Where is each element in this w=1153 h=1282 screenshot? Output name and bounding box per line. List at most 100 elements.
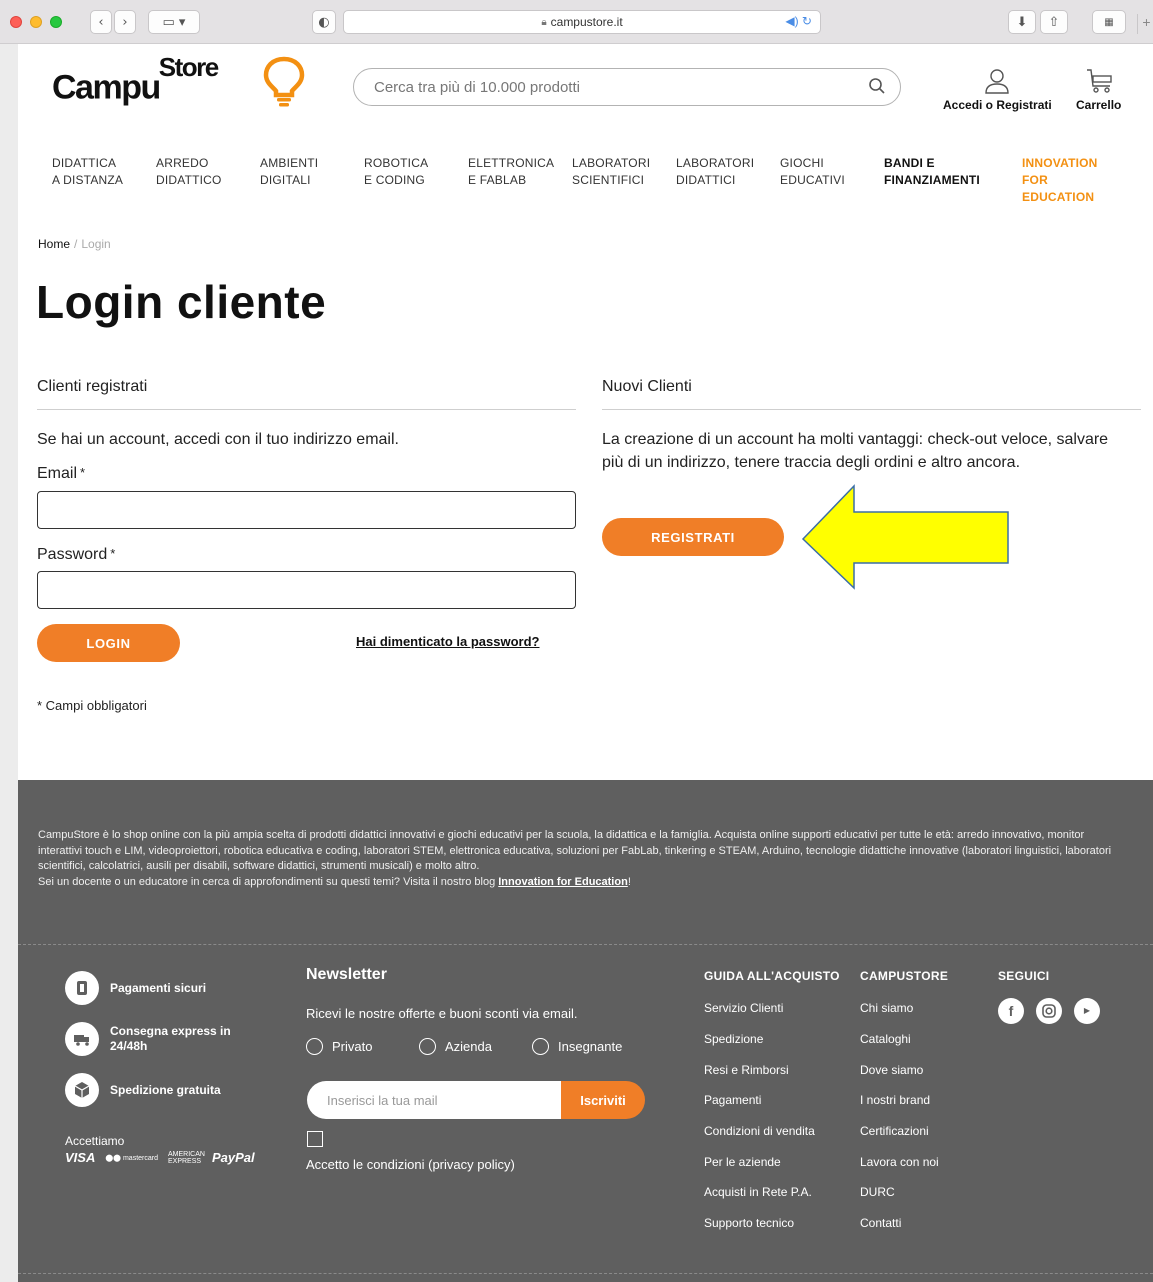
new-tab-button[interactable]: + <box>1137 14 1153 34</box>
share-button[interactable]: ⇧ <box>1040 10 1068 34</box>
email-field[interactable] <box>37 491 576 529</box>
footer-link[interactable]: Dove siamo <box>860 1063 923 1077</box>
divider <box>18 944 1153 945</box>
close-window-button[interactable] <box>10 16 22 28</box>
footer-link[interactable]: Supporto tecnico <box>704 1216 794 1230</box>
breadcrumb-home[interactable]: Home <box>38 237 70 251</box>
plus-icon: + <box>1142 14 1151 30</box>
address-bar[interactable]: 🔒︎ campustore.it ◀) ↻ <box>343 10 821 34</box>
nav-item-innovation-for-education[interactable]: INNOVATION FOR EDUCATION <box>1022 155 1122 206</box>
site-footer: CampuStore è lo shop online con la più a… <box>18 780 1153 1282</box>
nav-item-arredo-didattico[interactable]: ARREDO DIDATTICO <box>156 155 256 189</box>
footer-link[interactable]: Contatti <box>860 1216 901 1230</box>
search-input[interactable]: Cerca tra più di 10.000 prodotti <box>353 68 901 106</box>
nav-item-ambienti-digitali[interactable]: AMBIENTI DIGITALI <box>260 155 360 189</box>
password-field[interactable] <box>37 571 576 609</box>
minimize-window-button[interactable] <box>30 16 42 28</box>
radio-insegnante[interactable]: Insegnante <box>532 1038 622 1055</box>
footer-link[interactable]: Acquisti in Rete P.A. <box>704 1185 812 1199</box>
login-button[interactable]: LOGIN <box>37 624 180 662</box>
footer-link[interactable]: Certificazioni <box>860 1124 929 1138</box>
nav-item-didattica-a-distanza[interactable]: DIDATTICA A DISTANZA <box>52 155 152 189</box>
radio-circle[interactable] <box>532 1038 549 1055</box>
breadcrumb-separator: / <box>74 237 78 251</box>
search-icon[interactable] <box>868 77 886 95</box>
nav-item-bandi-finanziamenti[interactable]: BANDI E FINANZIAMENTI <box>884 155 1004 189</box>
zoom-window-button[interactable] <box>50 16 62 28</box>
lightbulb-icon <box>263 56 305 107</box>
nav-item-laboratori-didattici[interactable]: LABORATORI DIDATTICI <box>676 155 776 189</box>
nav-item-giochi-educativi[interactable]: GIOCHI EDUCATIVI <box>780 155 880 189</box>
package-icon <box>65 1073 99 1107</box>
feature-secure-payments: Pagamenti sicuri <box>65 971 206 1005</box>
nav-item-robotica-coding[interactable]: ROBOTICA E CODING <box>364 155 464 189</box>
privacy-consent-checkbox[interactable] <box>307 1131 323 1147</box>
user-icon <box>985 69 1010 94</box>
footer-link[interactable]: Spedizione <box>704 1032 763 1046</box>
back-button[interactable]: ‹ <box>90 10 112 34</box>
privacy-consent-label: Accetto le condizioni (privacy policy) <box>306 1157 515 1172</box>
divider <box>602 409 1141 410</box>
footer-link[interactable]: I nostri brand <box>860 1093 930 1107</box>
sidebar-toggle-button[interactable]: ▭ ▾ <box>148 10 200 34</box>
delivery-truck-icon <box>65 1022 99 1056</box>
privacy-shield-button[interactable]: ◐ <box>312 10 336 34</box>
nav-item-elettronica-fablab[interactable]: ELETTRONICA E FABLAB <box>468 155 568 189</box>
newsletter-description: Ricevi le nostre offerte e buoni sconti … <box>306 1006 578 1021</box>
forgot-password-link[interactable]: Hai dimenticato la password? <box>356 634 540 649</box>
payment-logos: VISA ⬤⬤ mastercard AMERICAN EXPRESS PayP… <box>65 1150 255 1165</box>
tab-overview-button[interactable]: ▦ <box>1092 10 1126 34</box>
footer-link[interactable]: DURC <box>860 1185 895 1199</box>
footer-link[interactable]: Per le aziende <box>704 1155 781 1169</box>
email-label: Email * <box>37 465 86 482</box>
nav-item-laboratori-scientifici[interactable]: LABORATORI SCIENTIFICI <box>572 155 672 189</box>
site-logo[interactable]: CampuStore <box>52 52 312 107</box>
shield-icon: ◐ <box>318 14 330 30</box>
register-button[interactable]: REGISTRATI <box>602 518 784 556</box>
new-customers-title: Nuovi Clienti <box>602 378 692 395</box>
footer-link[interactable]: Resi e Rimborsi <box>704 1063 789 1077</box>
feature-express-delivery: Consegna express in 24/48h <box>65 1022 245 1056</box>
footer-link[interactable]: Condizioni di vendita <box>704 1124 815 1138</box>
footer-intro-text: CampuStore è lo shop online con la più a… <box>38 829 1112 872</box>
downloads-button[interactable]: ⬇ <box>1008 10 1036 34</box>
page-title: Login cliente <box>36 276 327 328</box>
footer-link[interactable]: Cataloghi <box>860 1032 911 1046</box>
footer-link[interactable]: Servizio Clienti <box>704 1001 783 1015</box>
instagram-icon[interactable] <box>1036 998 1062 1024</box>
campustore-column-title: CAMPUSTORE <box>860 969 949 983</box>
facebook-icon[interactable]: f <box>998 998 1024 1024</box>
subscribe-button[interactable]: Iscriviti <box>561 1081 645 1119</box>
radio-circle[interactable] <box>419 1038 436 1055</box>
radio-privato[interactable]: Privato <box>306 1038 372 1055</box>
social-column-title: SEGUICI <box>998 969 1050 983</box>
reload-icon[interactable]: ◀) ↻ <box>785 14 812 28</box>
footer-link[interactable]: Pagamenti <box>704 1093 761 1107</box>
paypal-logo: PayPal <box>211 1150 255 1165</box>
footer-link[interactable]: Lavora con noi <box>860 1155 939 1169</box>
yellow-arrow-icon <box>801 484 1009 590</box>
accepted-payments-label: Accettiamo <box>65 1134 125 1148</box>
secure-payment-icon <box>65 971 99 1005</box>
cart-link[interactable]: Carrello <box>1076 68 1121 112</box>
footer-link[interactable]: Chi siamo <box>860 1001 913 1015</box>
sidebar-icon: ▭ ▾ <box>162 14 186 30</box>
youtube-icon[interactable]: ▶ <box>1074 998 1100 1024</box>
divider <box>37 409 576 410</box>
registered-customers-title: Clienti registrati <box>37 378 148 395</box>
new-customers-text: La creazione di un account ha molti vant… <box>602 431 1109 471</box>
account-link[interactable]: Accedi o Registrati <box>943 68 1052 112</box>
visa-logo: VISA <box>65 1150 96 1165</box>
footer-intro: CampuStore è lo shop online con la più a… <box>38 828 1116 890</box>
amex-logo: AMERICAN EXPRESS <box>167 1150 205 1165</box>
forward-button[interactable]: › <box>114 10 136 34</box>
radio-azienda[interactable]: Azienda <box>419 1038 492 1055</box>
registered-intro: Se hai un account, accedi con il tuo ind… <box>37 431 399 448</box>
cart-label: Carrello <box>1076 98 1122 112</box>
breadcrumb: Home / Login <box>38 237 111 251</box>
search-placeholder: Cerca tra più di 10.000 prodotti <box>374 78 580 96</box>
url-text: campustore.it <box>550 15 623 29</box>
radio-circle[interactable] <box>306 1038 323 1055</box>
newsletter-email-input[interactable]: Inserisci la tua mail <box>307 1081 563 1119</box>
blog-link[interactable]: Innovation for Education <box>498 876 628 888</box>
